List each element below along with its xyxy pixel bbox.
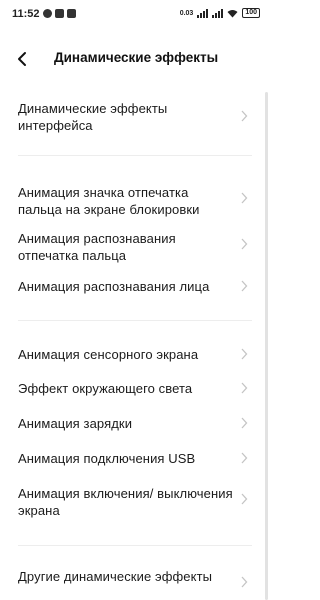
- notification-icons: [43, 9, 76, 18]
- setting-label: Динамические эффекты интерфейса: [18, 101, 168, 133]
- status-time: 11:52: [12, 8, 40, 20]
- section-divider: [18, 320, 252, 321]
- back-arrow-icon: [18, 52, 26, 66]
- signal-icon-2: [212, 8, 224, 18]
- setting-label: Анимация распознавания лица: [18, 279, 210, 294]
- setting-label: Анимация зарядки: [18, 416, 133, 431]
- section-divider: [18, 155, 252, 156]
- section-divider: [18, 545, 252, 546]
- chevron-right-icon: [241, 238, 248, 250]
- chevron-right-icon: [241, 110, 248, 122]
- setting-other-dynamic-effects[interactable]: Другие динамические эффекты: [0, 568, 262, 600]
- setting-label: Анимация значка отпечатка пальца на экра…: [18, 185, 200, 217]
- setting-face-recognition-animation[interactable]: Анимация распознавания лица: [0, 278, 262, 298]
- setting-label: Анимация сенсорного экрана: [18, 347, 199, 362]
- setting-label: Анимация распознавания отпечатка пальца: [18, 231, 176, 263]
- back-button[interactable]: [14, 48, 34, 70]
- chevron-right-icon: [241, 382, 248, 394]
- setting-label: Анимация включения/ выключения экрана: [18, 486, 233, 518]
- message-icon: [55, 9, 64, 18]
- chevron-right-icon: [241, 192, 248, 204]
- page-header: Динамические эффекты: [0, 44, 270, 76]
- network-speed: 0.03: [179, 9, 194, 17]
- app-notification-icon: [67, 9, 76, 18]
- setting-charging-animation[interactable]: Анимация зарядки: [0, 415, 262, 435]
- chevron-right-icon: [241, 493, 248, 505]
- page-title: Динамические эффекты: [54, 50, 219, 65]
- chevron-right-icon: [241, 576, 248, 588]
- setting-label: Эффект окружающего света: [18, 381, 193, 396]
- setting-usb-connection-animation[interactable]: Анимация подключения USB: [0, 450, 262, 470]
- setting-fingerprint-recognition-animation[interactable]: Анимация распознавания отпечатка пальца: [0, 230, 262, 270]
- setting-lockscreen-fingerprint-icon-animation[interactable]: Анимация значка отпечатка пальца на экра…: [0, 184, 262, 224]
- status-bar: 11:52 0.03 100: [0, 0, 270, 30]
- chevron-right-icon: [241, 348, 248, 360]
- signal-icon: [197, 8, 209, 18]
- notification-icon: [43, 9, 52, 18]
- setting-label: Анимация подключения USB: [18, 451, 196, 466]
- chevron-right-icon: [241, 452, 248, 464]
- chevron-right-icon: [241, 417, 248, 429]
- setting-ambient-light-effect[interactable]: Эффект окружающего света: [0, 380, 262, 400]
- scrollbar[interactable]: [265, 92, 268, 600]
- wifi-icon: [227, 9, 238, 17]
- setting-label: Другие динамические эффекты: [18, 569, 213, 584]
- setting-screen-on-off-animation[interactable]: Анимация включения/ выключения экрана: [0, 485, 262, 525]
- setting-touch-screen-animation[interactable]: Анимация сенсорного экрана: [0, 346, 262, 366]
- status-indicators: 0.03 100: [180, 8, 260, 18]
- battery-icon: 100: [242, 8, 260, 18]
- chevron-right-icon: [241, 280, 248, 292]
- setting-interface-effects[interactable]: Динамические эффекты интерфейса: [0, 100, 262, 140]
